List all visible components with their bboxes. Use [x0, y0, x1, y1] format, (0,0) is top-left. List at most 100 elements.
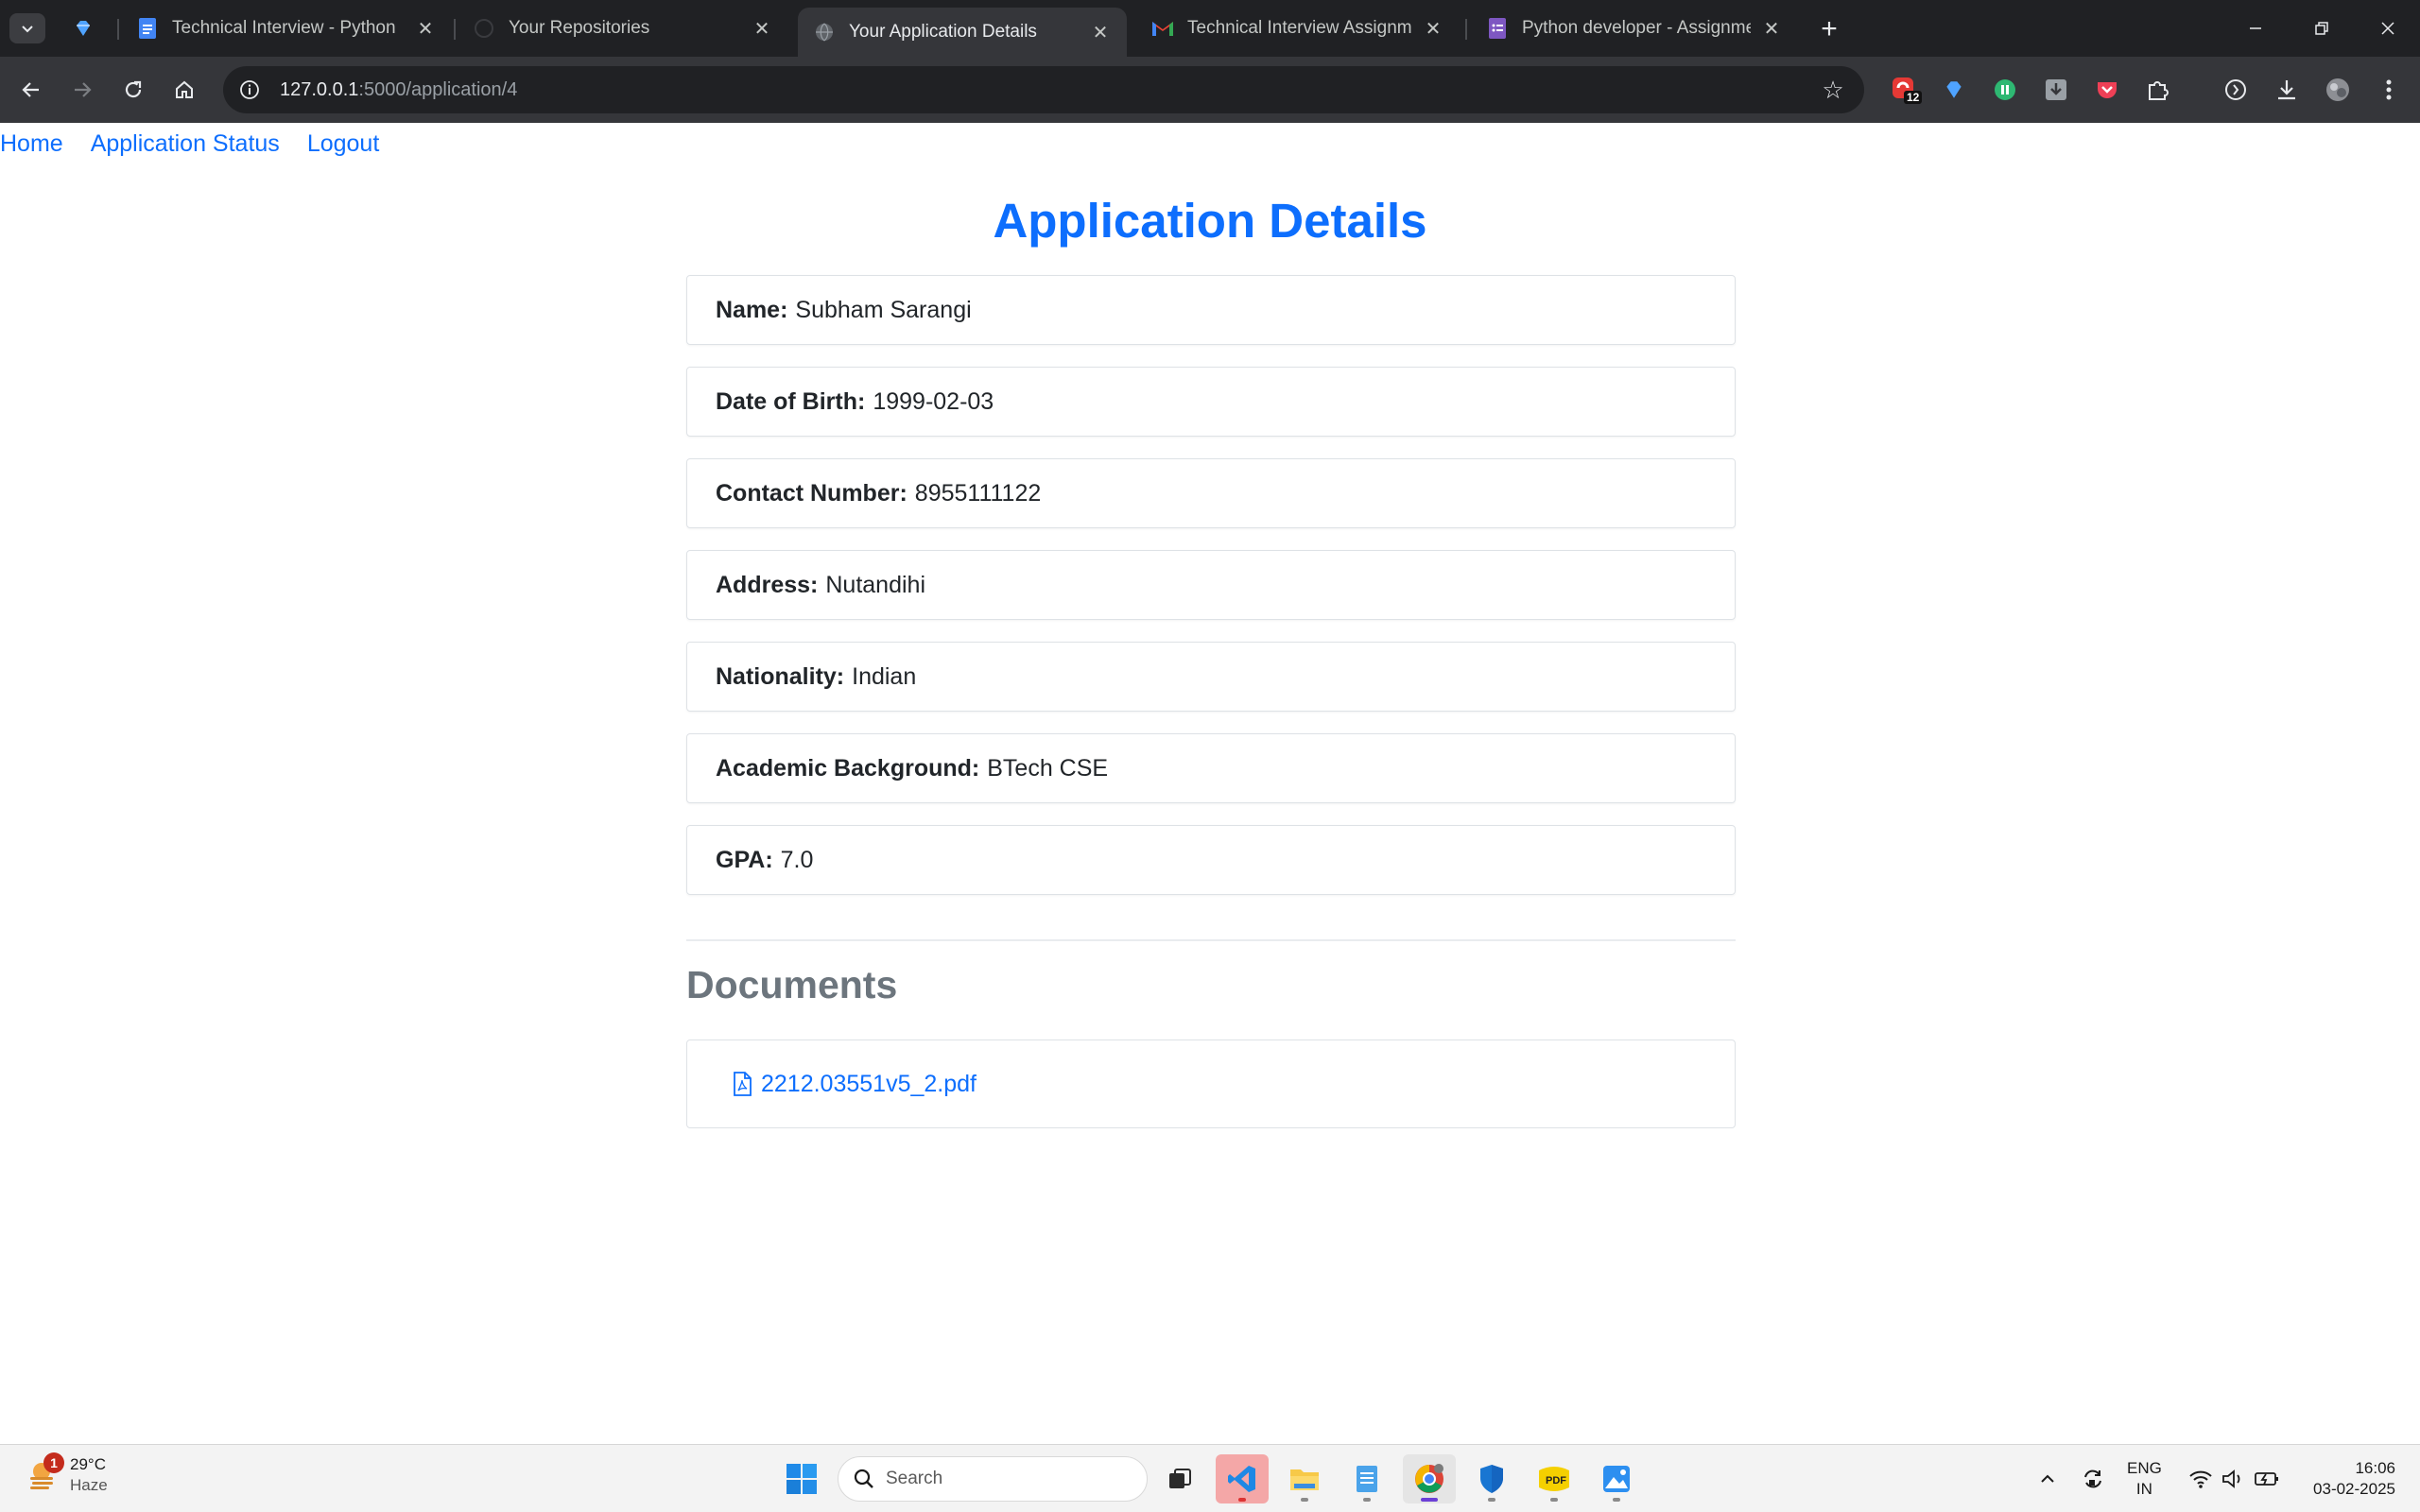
taskbar-pdf-reader[interactable]: PDF	[1528, 1454, 1581, 1503]
tab-technical-interview-python[interactable]: Technical Interview - Python ✕	[121, 8, 452, 49]
page-title: Application Details	[993, 194, 1427, 248]
taskbar-chrome[interactable]	[1403, 1454, 1456, 1503]
region-code: IN	[2135, 1480, 2152, 1498]
extension-gem[interactable]	[1938, 74, 1970, 106]
pinned-tab[interactable]	[59, 9, 108, 47]
detail-name: Name: Subham Sarangi	[686, 275, 1736, 345]
sync-icon[interactable]	[2078, 1462, 2108, 1496]
detail-label: Name:	[716, 296, 788, 323]
reload-icon	[125, 80, 142, 98]
volume-icon[interactable]	[2218, 1462, 2248, 1496]
extensions-menu[interactable]	[2142, 74, 2174, 106]
speedometer-icon	[2225, 79, 2246, 100]
tab-title: Python developer - Assignment	[1522, 18, 1751, 38]
taskbar-task-view[interactable]	[1153, 1454, 1206, 1503]
downloads-button[interactable]	[2271, 74, 2303, 106]
input-language-indicator[interactable]: ENG IN	[2127, 1458, 2162, 1500]
running-indicator	[1363, 1498, 1371, 1502]
tab-title: Technical Interview Assignment	[1187, 18, 1412, 38]
taskbar-search-box[interactable]: Search	[838, 1456, 1148, 1502]
taskbar: 1 29°C Haze Search PDF ENG IN 16:06 03-0…	[0, 1444, 2420, 1512]
close-icon[interactable]: ✕	[1089, 21, 1112, 43]
tab-your-application-details[interactable]: Your Application Details ✕	[798, 8, 1127, 57]
taskbar-notepad[interactable]	[1340, 1454, 1393, 1503]
tab-python-developer-assignment[interactable]: Python developer - Assignment ✕	[1471, 8, 1798, 49]
start-button[interactable]	[781, 1458, 822, 1500]
detail-value: Subham Sarangi	[795, 296, 972, 323]
address-bar[interactable]: 127.0.0.1:5000/application/4 ☆	[223, 66, 1864, 113]
running-indicator	[1550, 1498, 1558, 1502]
detail-date-of-birth: Date of Birth: 1999-02-03	[686, 367, 1736, 437]
task-view-icon	[1169, 1469, 1191, 1488]
detail-label: Contact Number:	[716, 479, 908, 507]
close-window-button[interactable]	[2360, 8, 2416, 49]
taskbar-file-explorer[interactable]	[1278, 1454, 1331, 1503]
weather-widget[interactable]: 1 29°C Haze	[23, 1452, 108, 1496]
taskbar-photos[interactable]	[1590, 1454, 1643, 1503]
forms-icon	[1486, 17, 1509, 40]
download-box-icon	[2046, 79, 2066, 100]
nav-home-link[interactable]: Home	[0, 130, 63, 158]
running-indicator	[1421, 1498, 1438, 1502]
close-icon[interactable]: ✕	[751, 17, 773, 40]
docs-icon	[136, 17, 159, 40]
tab-your-repositories[interactable]: Your Repositories ✕	[458, 8, 788, 49]
nav-application-status-link[interactable]: Application Status	[91, 130, 280, 158]
search-placeholder: Search	[886, 1469, 943, 1488]
chevron-down-icon	[22, 26, 33, 33]
clock-time: 16:06	[2355, 1459, 2395, 1477]
back-button[interactable]	[11, 70, 51, 110]
home-button[interactable]	[164, 70, 204, 110]
extension-green[interactable]	[1989, 74, 2021, 106]
detail-label: Date of Birth:	[716, 387, 866, 415]
browser-toolbar: 127.0.0.1:5000/application/4 ☆ 12	[0, 57, 2420, 123]
bookmark-star-icon[interactable]: ☆	[1819, 76, 1847, 104]
close-icon[interactable]: ✕	[414, 17, 437, 40]
web-page: Home Application Status Logout Applicati…	[0, 123, 2420, 1444]
system-clock[interactable]: 16:06 03-02-2025	[2301, 1458, 2395, 1500]
home-icon	[176, 80, 193, 98]
detail-value: 7.0	[780, 846, 814, 873]
forward-arrow-icon	[75, 82, 92, 97]
nav-logout-link[interactable]: Logout	[307, 130, 379, 158]
new-tab-button[interactable]: +	[1813, 13, 1845, 45]
close-icon[interactable]: ✕	[1760, 17, 1783, 40]
file-pdf-icon	[733, 1072, 753, 1096]
restore-button[interactable]	[2293, 8, 2350, 49]
close-icon[interactable]: ✕	[1422, 17, 1444, 40]
extension-adblock[interactable]: 12	[1889, 74, 1923, 106]
tab-title: Your Application Details	[849, 22, 1037, 42]
pdf-app-icon: PDF	[1539, 1467, 1569, 1491]
performance-button[interactable]	[2220, 74, 2252, 106]
chrome-icon	[1415, 1464, 1443, 1493]
chrome-menu-button[interactable]	[2373, 74, 2405, 106]
puzzle-icon	[2149, 81, 2169, 100]
detail-value: Nutandihi	[825, 571, 926, 598]
extension-download-helper[interactable]	[2040, 74, 2072, 106]
search-icon	[854, 1469, 874, 1489]
windows-logo-icon	[786, 1464, 817, 1494]
close-icon	[2381, 22, 2394, 35]
forward-button[interactable]	[62, 70, 102, 110]
reload-button[interactable]	[113, 70, 153, 110]
gem-icon	[1946, 81, 1962, 98]
profile-button[interactable]	[2322, 74, 2354, 106]
minimize-button[interactable]	[2227, 8, 2284, 49]
extension-pocket[interactable]	[2091, 74, 2123, 106]
weather-condition: Haze	[70, 1476, 108, 1494]
detail-address: Address: Nutandihi	[686, 550, 1736, 620]
document-link[interactable]: 2212.03551v5_2.pdf	[733, 1071, 977, 1098]
section-divider	[686, 939, 1736, 941]
running-indicator	[1613, 1498, 1620, 1502]
site-info-icon[interactable]	[236, 77, 263, 103]
taskbar-vscode[interactable]	[1216, 1454, 1269, 1503]
tab-search-button[interactable]	[9, 13, 45, 43]
taskbar-defender[interactable]	[1465, 1454, 1518, 1503]
notification-badge: 1	[43, 1452, 64, 1473]
tab-technical-interview-assignment[interactable]: Technical Interview Assignment ✕	[1136, 8, 1460, 49]
url-text: 127.0.0.1:5000/application/4	[280, 79, 517, 101]
folder-icon	[1290, 1469, 1319, 1490]
wifi-icon[interactable]	[2186, 1462, 2216, 1496]
tray-overflow-chevron-up-icon[interactable]	[2032, 1462, 2063, 1496]
battery-icon[interactable]	[2252, 1462, 2282, 1496]
